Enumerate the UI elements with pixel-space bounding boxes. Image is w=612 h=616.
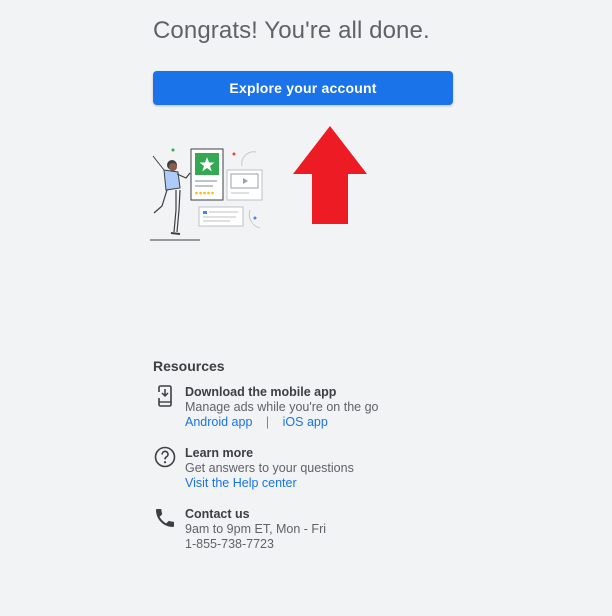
resource-description: Manage ads while you're on the go — [185, 400, 379, 414]
phone-download-icon — [155, 385, 172, 407]
ios-app-link[interactable]: iOS app — [283, 415, 328, 429]
phone-icon — [156, 509, 174, 527]
resource-mobile-app: Download the mobile app Manage ads while… — [153, 385, 473, 430]
page-title: Congrats! You're all done. — [153, 17, 430, 44]
help-center-link[interactable]: Visit the Help center — [185, 476, 297, 490]
resource-contact-us: Contact us 9am to 9pm ET, Mon - Fri 1-85… — [153, 507, 473, 552]
resource-title: Learn more — [185, 446, 254, 460]
page: Congrats! You're all done. Explore your … — [0, 0, 612, 616]
resource-description: Get answers to your questions — [185, 461, 354, 475]
celebration-illustration — [150, 148, 263, 241]
contact-hours: 9am to 9pm ET, Mon - Fri — [185, 522, 327, 536]
resource-learn-more: Learn more Get answers to your questions… — [153, 446, 473, 491]
resources-section: Resources Download the mobile app Manage… — [153, 358, 473, 568]
help-circle-icon — [154, 446, 176, 468]
resources-heading: Resources — [153, 358, 225, 374]
resource-title: Download the mobile app — [185, 385, 337, 399]
resource-title: Contact us — [185, 507, 250, 521]
explore-account-button[interactable]: Explore your account — [153, 71, 453, 105]
link-separator: | — [265, 415, 270, 429]
android-app-link[interactable]: Android app — [185, 415, 252, 429]
red-arrow-annotation — [293, 126, 367, 224]
contact-phone-number: 1-855-738-7723 — [185, 537, 274, 551]
